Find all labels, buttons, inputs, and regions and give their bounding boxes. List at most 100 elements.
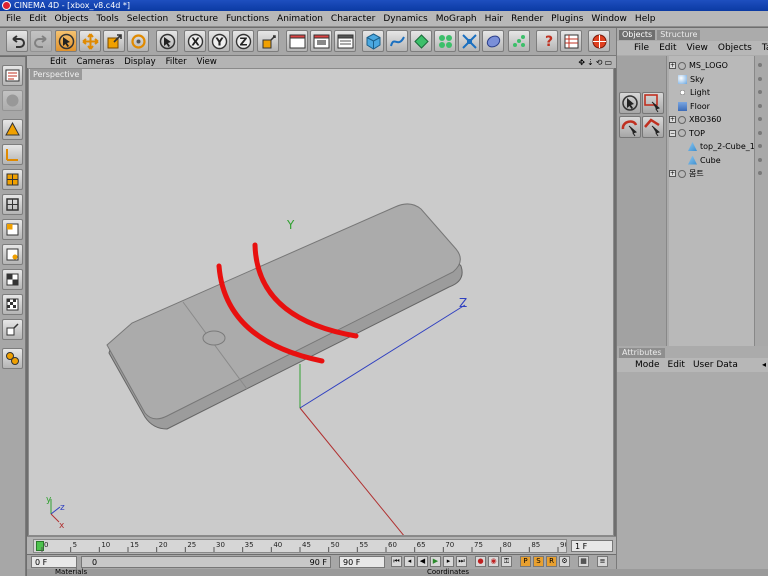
preview-range-slider[interactable]: 0 90 F	[81, 556, 331, 568]
object-tree-item[interactable]: + XBO360	[669, 113, 721, 126]
visibility-dot[interactable]	[758, 171, 762, 175]
om-menu-view[interactable]: View	[682, 43, 713, 53]
start-frame-field[interactable]: 0 F	[31, 556, 77, 568]
visibility-dot[interactable]	[758, 117, 762, 121]
snap-button[interactable]	[2, 294, 23, 315]
play-button[interactable]: ▶	[430, 556, 441, 567]
scale-button[interactable]	[103, 30, 125, 52]
om-rect-select-button[interactable]	[642, 92, 664, 114]
menu-character[interactable]: Character	[327, 12, 379, 26]
perspective-viewport[interactable]: Y Z y z x Perspective	[28, 68, 614, 536]
redo-button[interactable]	[30, 30, 52, 52]
am-menu-user-data[interactable]: User Data	[689, 360, 742, 370]
spline-button[interactable]	[386, 30, 408, 52]
object-tree-item[interactable]: top_2-Cube_1	[679, 140, 755, 153]
record-button[interactable]: ●	[475, 556, 486, 567]
menu-selection[interactable]: Selection	[123, 12, 172, 26]
tree-expander[interactable]: +	[669, 62, 676, 69]
cube-primitive-button[interactable]	[362, 30, 384, 52]
end-frame-field[interactable]: 90 F	[339, 556, 385, 568]
web-button[interactable]	[588, 30, 610, 52]
materials-tab[interactable]: Materials	[55, 569, 87, 576]
visibility-dot[interactable]	[758, 103, 762, 108]
object-tree-item[interactable]: Cube	[679, 154, 721, 167]
viewport-menu-edit[interactable]: Edit	[45, 57, 71, 67]
object-tree-item[interactable]: Sky	[669, 73, 704, 86]
menu-hair[interactable]: Hair	[481, 12, 507, 26]
am-menu-edit[interactable]: Edit	[664, 360, 689, 370]
points-mode-button[interactable]	[2, 169, 23, 190]
nurbs-button[interactable]	[410, 30, 432, 52]
move-button[interactable]	[79, 30, 101, 52]
visibility-dot[interactable]	[758, 76, 762, 81]
viewport-menu-filter[interactable]: Filter	[161, 57, 192, 67]
object-tree-item[interactable]: Floor	[669, 100, 710, 113]
render-view-button[interactable]	[286, 30, 308, 52]
om-select-button[interactable]	[619, 92, 641, 114]
timeline-track[interactable]: 0 5 10 15 20 25 30 35 40 45 50 55 60 65 70 75 80 85 90	[33, 539, 567, 553]
previous-key-button[interactable]: ◂	[404, 556, 415, 567]
menu-window[interactable]: Window	[587, 12, 631, 26]
object-tree-item[interactable]: + MS_LOGO	[669, 59, 728, 72]
tab-structure[interactable]: Structure	[657, 30, 701, 40]
z-axis-lock-button[interactable]: Z	[232, 30, 254, 52]
om-menu-objects[interactable]: Objects	[713, 43, 757, 53]
uvw-points-button[interactable]	[2, 244, 23, 265]
attributes-tab[interactable]: Attributes	[619, 348, 665, 358]
timeline-menu-button[interactable]: ≡	[597, 556, 608, 567]
menu-structure[interactable]: Structure	[172, 12, 222, 26]
scale-key-button[interactable]: S	[533, 556, 544, 567]
viewport-menu-display[interactable]: Display	[119, 57, 160, 67]
menu-objects[interactable]: Objects	[51, 12, 93, 26]
object-tree-item[interactable]: Light	[669, 86, 710, 99]
array-button[interactable]	[434, 30, 456, 52]
menu-animation[interactable]: Animation	[273, 12, 327, 26]
go-to-start-button[interactable]: ⏮	[391, 556, 402, 567]
menu-mograph[interactable]: MoGraph	[432, 12, 481, 26]
rotate-button[interactable]	[127, 30, 149, 52]
tab-objects[interactable]: Objects	[619, 30, 656, 40]
dolly-icon[interactable]: ⇣	[587, 58, 594, 67]
mograph-button[interactable]	[508, 30, 530, 52]
polygons-mode-button[interactable]	[2, 219, 23, 240]
visibility-dot[interactable]	[758, 63, 762, 67]
menu-file[interactable]: File	[2, 12, 25, 26]
viewport-menu-view[interactable]: View	[192, 57, 222, 67]
maximize-icon[interactable]: ▭	[604, 58, 612, 67]
coordinate-system-button[interactable]	[257, 30, 279, 52]
om-menu-edit[interactable]: Edit	[654, 43, 681, 53]
orbit-icon[interactable]: ⟲	[596, 58, 603, 67]
next-frame-button[interactable]: ▸	[443, 556, 454, 567]
om-polygon-select-button[interactable]	[642, 116, 664, 138]
menu-functions[interactable]: Functions	[222, 12, 273, 26]
viewport-menu-cameras[interactable]: Cameras	[71, 57, 119, 67]
previous-frame-button[interactable]: ◀	[417, 556, 428, 567]
texture-mode-button[interactable]	[2, 90, 23, 111]
menu-plugins[interactable]: Plugins	[547, 12, 587, 26]
tweak-mode-button[interactable]	[2, 319, 23, 340]
coordinates-tab[interactable]: Coordinates	[427, 569, 469, 576]
y-axis-lock-button[interactable]: Y	[208, 30, 230, 52]
parameter-key-button[interactable]: ⚙	[559, 556, 570, 567]
keyframe-selection-button[interactable]: ⚿	[501, 556, 512, 567]
pan-icon[interactable]: ✥	[578, 58, 585, 67]
object-tree-item[interactable]: − TOP	[669, 127, 705, 140]
autokey-button[interactable]: ◉	[488, 556, 499, 567]
visibility-dot[interactable]	[758, 130, 762, 135]
om-menu-file[interactable]: File	[629, 43, 654, 53]
tree-expander[interactable]: −	[669, 129, 676, 137]
x-axis-lock-button[interactable]: X	[184, 30, 206, 52]
object-tree-item[interactable]: + 몸트	[669, 167, 704, 180]
visibility-dot[interactable]	[758, 90, 762, 94]
position-key-button[interactable]: P	[520, 556, 531, 567]
render-picture-viewer-button[interactable]	[310, 30, 332, 52]
render-settings-button[interactable]	[334, 30, 356, 52]
current-frame-field[interactable]: 1 F	[571, 540, 613, 552]
visibility-dot[interactable]	[758, 144, 762, 148]
browser-button[interactable]	[560, 30, 582, 52]
xbox-slab-object[interactable]	[106, 203, 463, 430]
scene-button[interactable]	[482, 30, 504, 52]
world-axis-button[interactable]	[2, 144, 23, 165]
uvw-polygons-button[interactable]	[2, 269, 23, 290]
sculpt-button[interactable]	[2, 348, 23, 369]
